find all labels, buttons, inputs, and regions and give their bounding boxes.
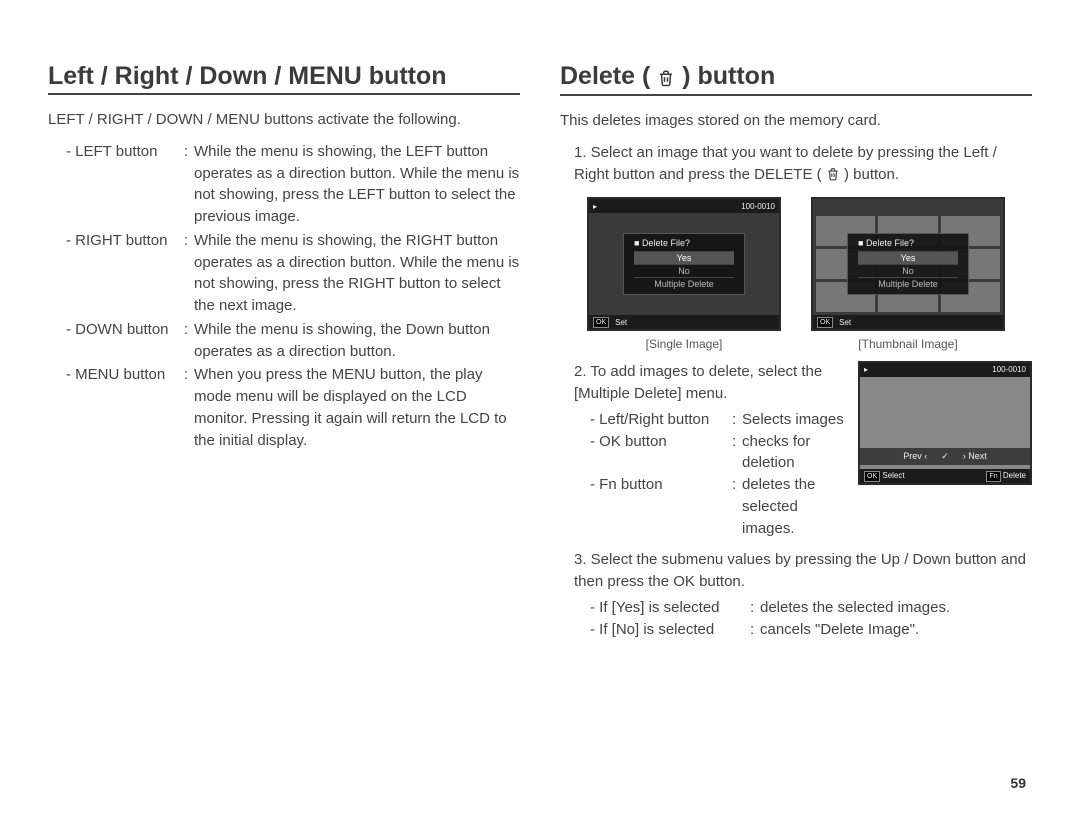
sub-ok: - OK button : checks for deletion	[590, 431, 844, 475]
page-number: 59	[48, 775, 1032, 791]
step-1: 1. Select an image that you want to dele…	[574, 142, 1032, 186]
lcd-multiple-delete: ▸ 100-0010 Prev ‹ ✓ › Next OK Select Fn …	[858, 361, 1032, 485]
def-left-button: - LEFT button : While the menu is showin…	[66, 141, 520, 228]
sub-no: - If [No] is selected : cancels "Delete …	[590, 619, 1032, 641]
delete-dialog: ■ Delete File? Yes No Multiple Delete	[847, 233, 969, 295]
lcd-single-image: ▸ 100-0010 ■ Delete File? Yes No Multipl…	[587, 197, 781, 331]
def-menu-button: - MENU button : When you press the MENU …	[66, 364, 520, 451]
lcd-single-caption: [Single Image]	[587, 337, 781, 351]
sub-yes: - If [Yes] is selected : deletes the sel…	[590, 597, 1032, 619]
delete-dialog: ■ Delete File? Yes No Multiple Delete	[623, 233, 745, 295]
left-heading: Left / Right / Down / MENU button	[48, 62, 520, 95]
lcd-thumb-caption: [Thumbnail Image]	[811, 337, 1005, 351]
sub-fn: - Fn button : deletes the selected image…	[590, 474, 844, 539]
trash-icon	[826, 166, 844, 183]
left-intro: LEFT / RIGHT / DOWN / MENU buttons activ…	[48, 109, 520, 131]
right-intro: This deletes images stored on the memory…	[560, 110, 1032, 132]
play-icon: ▸	[593, 202, 597, 211]
play-icon: ▸	[864, 364, 868, 376]
def-down-button: - DOWN button : While the menu is showin…	[66, 319, 520, 363]
sub-left-right: - Left/Right button : Selects images	[590, 409, 844, 431]
trash-icon	[657, 63, 675, 92]
left-column: Left / Right / Down / MENU button LEFT /…	[48, 62, 520, 775]
step-3: 3. Select the submenu values by pressing…	[574, 549, 1032, 640]
def-right-button: - RIGHT button : While the menu is showi…	[66, 230, 520, 317]
lcd-thumbnail-image: ■ Delete File? Yes No Multiple Delete OK…	[811, 197, 1005, 331]
step-2: ▸ 100-0010 Prev ‹ ✓ › Next OK Select Fn …	[574, 361, 1032, 539]
right-column: Delete ( ) button This deletes images st…	[560, 62, 1032, 775]
right-heading: Delete ( ) button	[560, 62, 1032, 96]
